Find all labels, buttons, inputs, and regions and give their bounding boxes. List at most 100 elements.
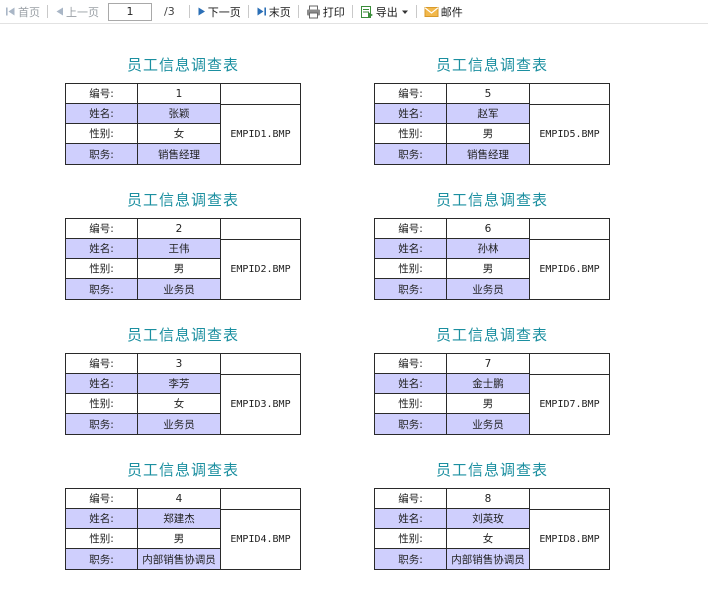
photo-file: EMPID2.BMP — [221, 239, 300, 299]
toolbar-separator — [415, 5, 417, 18]
toolbar-separator — [247, 5, 249, 18]
label-title: 职务: — [375, 144, 447, 164]
mail-icon — [424, 6, 439, 17]
employee-table: 编号: 1 姓名: 张颖 EMPID1.BMP 性别: 女 职务: 销售经理 — [65, 83, 301, 165]
employee-table: 编号: 6 姓名: 孙林 EMPID6.BMP 性别: 男 职务: 业务员 — [374, 218, 610, 300]
value-title: 业务员 — [447, 279, 530, 299]
print-button[interactable]: 打印 — [303, 2, 348, 22]
prev-page-label: 上一页 — [66, 5, 99, 19]
toolbar-separator — [297, 5, 299, 18]
mail-label: 邮件 — [440, 5, 463, 19]
label-gender: 性别: — [66, 394, 138, 414]
photo-cell-top — [221, 354, 300, 374]
photo-file: EMPID5.BMP — [530, 104, 609, 164]
card-title: 员工信息调查表 — [126, 461, 239, 479]
value-gender: 男 — [138, 529, 221, 549]
toolbar-separator — [188, 5, 190, 18]
label-id: 编号: — [375, 354, 447, 374]
label-gender: 性别: — [375, 124, 447, 144]
value-gender: 女 — [447, 529, 530, 549]
photo-cell-top — [530, 489, 609, 509]
label-name: 姓名: — [66, 509, 138, 529]
value-name: 李芳 — [138, 374, 221, 394]
next-page-button[interactable]: 下一页 — [194, 2, 244, 22]
page-total: /3 — [164, 5, 175, 18]
value-id: 3 — [138, 354, 221, 374]
photo-file: EMPID3.BMP — [221, 374, 300, 434]
toolbar-separator — [47, 5, 48, 18]
value-gender: 男 — [447, 124, 530, 144]
label-id: 编号: — [66, 84, 138, 104]
photo-cell-top — [221, 84, 300, 104]
mail-button[interactable]: 邮件 — [421, 2, 466, 22]
report-page: 员工信息调查表 编号: 1 姓名: 张颖 EMPID1.BMP 性别: 女 职务… — [0, 25, 708, 600]
card-title: 员工信息调查表 — [126, 56, 239, 74]
photo-cell-top — [221, 219, 300, 239]
value-gender: 女 — [138, 394, 221, 414]
employee-table: 编号: 7 姓名: 金士鹏 EMPID7.BMP 性别: 男 职务: 业务员 — [374, 353, 610, 435]
label-title: 职务: — [66, 549, 138, 569]
photo-file: EMPID6.BMP — [530, 239, 609, 299]
label-title: 职务: — [375, 549, 447, 569]
prev-page-button[interactable]: 上一页 — [52, 2, 102, 22]
value-title: 业务员 — [447, 414, 530, 434]
first-page-button[interactable]: 首页 — [2, 2, 43, 22]
label-gender: 性别: — [375, 394, 447, 414]
label-id: 编号: — [66, 489, 138, 509]
first-page-label: 首页 — [18, 5, 40, 19]
value-name: 刘英玫 — [447, 509, 530, 529]
value-id: 6 — [447, 219, 530, 239]
value-id: 7 — [447, 354, 530, 374]
value-gender: 男 — [138, 259, 221, 279]
label-gender: 性别: — [375, 259, 447, 279]
label-name: 姓名: — [66, 239, 138, 259]
last-page-label: 末页 — [268, 5, 291, 19]
employee-table: 编号: 2 姓名: 王伟 EMPID2.BMP 性别: 男 职务: 业务员 — [65, 218, 301, 300]
last-page-icon — [257, 7, 266, 16]
label-name: 姓名: — [66, 374, 138, 394]
value-name: 王伟 — [138, 239, 221, 259]
label-title: 职务: — [375, 414, 447, 434]
value-id: 8 — [447, 489, 530, 509]
value-name: 孙林 — [447, 239, 530, 259]
value-gender: 女 — [138, 124, 221, 144]
employee-table: 编号: 5 姓名: 赵军 EMPID5.BMP 性别: 男 职务: 销售经理 — [374, 83, 610, 165]
printer-icon — [306, 5, 320, 18]
card-title: 员工信息调查表 — [435, 326, 548, 344]
value-title: 销售经理 — [138, 144, 221, 164]
photo-cell-top — [530, 219, 609, 239]
employee-table: 编号: 3 姓名: 李芳 EMPID3.BMP 性别: 女 职务: 业务员 — [65, 353, 301, 435]
next-page-icon — [198, 7, 205, 16]
prev-page-icon — [56, 7, 63, 16]
photo-file: EMPID4.BMP — [221, 509, 300, 569]
label-id: 编号: — [375, 84, 447, 104]
label-name: 姓名: — [66, 104, 138, 124]
page-number-input[interactable] — [108, 2, 152, 21]
value-title: 内部销售协调员 — [447, 549, 530, 569]
export-button[interactable]: 导出 — [357, 2, 412, 22]
value-id: 5 — [447, 84, 530, 104]
label-gender: 性别: — [66, 259, 138, 279]
photo-cell-top — [221, 489, 300, 509]
chevron-down-icon — [401, 10, 408, 14]
value-name: 金士鹏 — [447, 374, 530, 394]
value-name: 郑建杰 — [138, 509, 221, 529]
next-page-label: 下一页 — [207, 5, 241, 19]
employee-table: 编号: 8 姓名: 刘英玫 EMPID8.BMP 性别: 女 职务: 内部销售协… — [374, 488, 610, 570]
value-id: 1 — [138, 84, 221, 104]
value-name: 赵军 — [447, 104, 530, 124]
value-title: 业务员 — [138, 279, 221, 299]
label-id: 编号: — [66, 219, 138, 239]
label-gender: 性别: — [66, 124, 138, 144]
card-title: 员工信息调查表 — [435, 191, 548, 209]
last-page-button[interactable]: 末页 — [253, 2, 294, 22]
label-name: 姓名: — [375, 104, 447, 124]
value-name: 张颖 — [138, 104, 221, 124]
card-title: 员工信息调查表 — [126, 326, 239, 344]
first-page-icon — [6, 7, 15, 16]
export-icon — [360, 5, 373, 18]
export-label: 导出 — [375, 5, 398, 19]
label-title: 职务: — [66, 144, 138, 164]
label-gender: 性别: — [66, 529, 138, 549]
value-title: 销售经理 — [447, 144, 530, 164]
